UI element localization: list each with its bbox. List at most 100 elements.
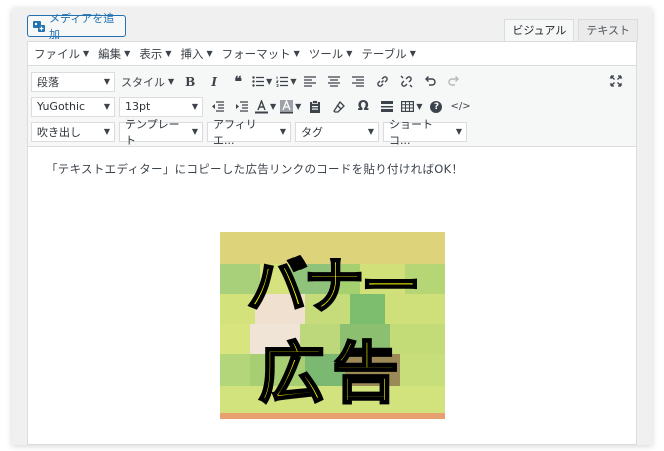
toolbar-row-2: YuGothic ▼ 13pt ▼ ▼ ▼ Ω ▼ ? </> — [31, 94, 632, 119]
chevron-down-icon: ▼ — [346, 49, 353, 58]
shortcode-select[interactable]: ショートコ... ▼ — [383, 118, 467, 147]
align-right-icon — [352, 76, 365, 87]
chevron-down-icon: ▼ — [191, 102, 198, 111]
align-left-button[interactable] — [300, 72, 320, 92]
chevron-down-icon: ▼ — [103, 102, 110, 111]
redo-button[interactable] — [444, 72, 464, 92]
horizontal-line-button[interactable] — [377, 97, 397, 117]
affiliate-select[interactable]: アフィリエ... ▼ — [207, 118, 291, 147]
template-select-value: テンプレート — [125, 117, 180, 147]
paste-text-button[interactable] — [305, 97, 325, 117]
menu-insert[interactable]: 挿入 ▼ — [180, 46, 212, 62]
undo-button[interactable] — [420, 72, 440, 92]
menu-tools[interactable]: ツール ▼ — [309, 46, 353, 62]
menu-view-label: 表示 — [139, 46, 163, 61]
help-icon: ? — [430, 100, 443, 113]
chevron-down-icon: ▼ — [290, 77, 297, 86]
bullet-list-icon — [252, 76, 265, 87]
italic-button[interactable]: I — [204, 72, 224, 92]
menu-table-label: テーブル — [361, 46, 407, 61]
chevron-down-icon: ▼ — [295, 102, 302, 111]
chevron-down-icon: ▼ — [270, 102, 277, 111]
tag-select[interactable]: タグ ▼ — [295, 121, 379, 142]
toolbar-row-1: 段落 ▼ スタイル ▼ B I ❝ ▼ ▼ — [31, 69, 632, 94]
tab-text[interactable]: テキスト — [578, 19, 638, 41]
indent-button[interactable] — [231, 97, 251, 117]
align-right-button[interactable] — [348, 72, 368, 92]
align-center-icon — [328, 76, 341, 87]
chevron-down-icon: ▼ — [168, 77, 175, 86]
tag-select-value: タグ — [301, 125, 323, 139]
shortcode-select-value: ショートコ... — [389, 117, 433, 147]
chevron-down-icon: ▼ — [416, 102, 423, 111]
insert-link-button[interactable] — [372, 72, 392, 92]
affiliate-select-value: アフィリエ... — [213, 117, 257, 147]
blockquote-button[interactable]: ❝ — [228, 72, 248, 92]
code-button[interactable]: </> — [450, 97, 470, 117]
paragraph-select[interactable]: 段落 ▼ — [31, 71, 115, 92]
menu-format-label: フォーマット — [221, 46, 291, 61]
align-left-icon — [304, 76, 317, 87]
toolbars: 段落 ▼ スタイル ▼ B I ❝ ▼ ▼ YuGothic ▼ 13pt ▼ … — [28, 66, 636, 147]
balloon-select[interactable]: 吹き出し ▼ — [31, 121, 115, 142]
chevron-down-icon: ▼ — [409, 49, 416, 58]
bold-button[interactable]: B — [180, 72, 200, 92]
chevron-down-icon: ▼ — [206, 49, 213, 58]
menu-table[interactable]: テーブル ▼ — [361, 46, 415, 62]
horizontal-line-icon — [381, 101, 394, 112]
menu-edit[interactable]: 編集 ▼ — [98, 46, 130, 62]
toolbar-row-3: 吹き出し ▼ テンプレート ▼ アフィリエ... ▼ タグ ▼ ショートコ... ▼ — [31, 118, 632, 147]
menubar: ファイル ▼ 編集 ▼ 表示 ▼ 挿入 ▼ フォーマット ▼ ツール ▼ テーブル ▼ — [28, 42, 636, 66]
special-character-button[interactable]: Ω — [353, 97, 373, 117]
editor-panel: ファイル ▼ 編集 ▼ 表示 ▼ 挿入 ▼ フォーマット ▼ ツール ▼ テーブル ▼ 段落 ▼… — [27, 41, 637, 445]
unlink-icon — [400, 75, 413, 88]
chevron-down-icon: ▼ — [367, 127, 374, 136]
chevron-down-icon: ▼ — [103, 77, 110, 86]
fullscreen-icon — [610, 75, 622, 87]
add-media-button[interactable]: メディアを追加 — [27, 12, 126, 41]
add-media-label: メディアを追加 — [48, 12, 115, 41]
banner-line-2: 広告 — [257, 334, 407, 413]
align-center-button[interactable] — [324, 72, 344, 92]
font-family-value: YuGothic — [37, 100, 86, 113]
template-select[interactable]: テンプレート ▼ — [119, 118, 203, 147]
undo-icon — [425, 76, 437, 86]
media-add-icon — [32, 21, 45, 32]
balloon-select-value: 吹き出し — [37, 125, 81, 139]
link-icon — [377, 76, 388, 87]
editor-mode-tabs: ビジュアル テキスト — [504, 19, 638, 42]
clear-formatting-button[interactable] — [329, 97, 349, 117]
table-button[interactable]: ▼ — [401, 97, 422, 117]
menu-file-label: ファイル — [34, 46, 80, 61]
tab-visual[interactable]: ビジュアル — [504, 19, 575, 42]
menu-edit-label: 編集 — [98, 46, 122, 61]
banner-line-1: バナー — [246, 251, 423, 324]
menu-file[interactable]: ファイル ▼ — [34, 46, 89, 62]
banner-ad-image[interactable]: バナー 広告 — [220, 232, 445, 419]
outdent-icon — [211, 101, 224, 112]
redo-icon — [448, 76, 460, 86]
style-label: スタイル — [121, 75, 165, 89]
chevron-down-icon: ▼ — [293, 49, 300, 58]
fullscreen-button[interactable] — [606, 71, 626, 91]
font-size-select[interactable]: 13pt ▼ — [119, 96, 203, 117]
highlight-color-icon — [280, 99, 294, 113]
menu-view[interactable]: 表示 ▼ — [139, 46, 171, 62]
editor-content[interactable]: 「テキストエディター」にコピーした広告リンクのコードを貼り付ければOK！ — [28, 147, 636, 177]
bullet-list-button[interactable]: ▼ — [252, 72, 272, 92]
outdent-button[interactable] — [207, 97, 227, 117]
chevron-down-icon: ▼ — [279, 127, 286, 136]
numbered-list-icon — [276, 76, 289, 87]
font-size-value: 13pt — [125, 100, 151, 113]
numbered-list-button[interactable]: ▼ — [276, 72, 296, 92]
menu-format[interactable]: フォーマット ▼ — [222, 46, 300, 62]
paragraph-select-value: 段落 — [37, 75, 59, 89]
menu-insert-label: 挿入 — [180, 46, 204, 61]
text-color-button[interactable]: ▼ — [255, 97, 276, 117]
remove-link-button[interactable] — [396, 72, 416, 92]
background-color-button[interactable]: ▼ — [280, 97, 301, 117]
help-button[interactable]: ? — [426, 97, 446, 117]
font-family-select[interactable]: YuGothic ▼ — [31, 96, 115, 117]
style-dropdown[interactable]: スタイル ▼ — [119, 72, 176, 92]
indent-icon — [235, 101, 248, 112]
